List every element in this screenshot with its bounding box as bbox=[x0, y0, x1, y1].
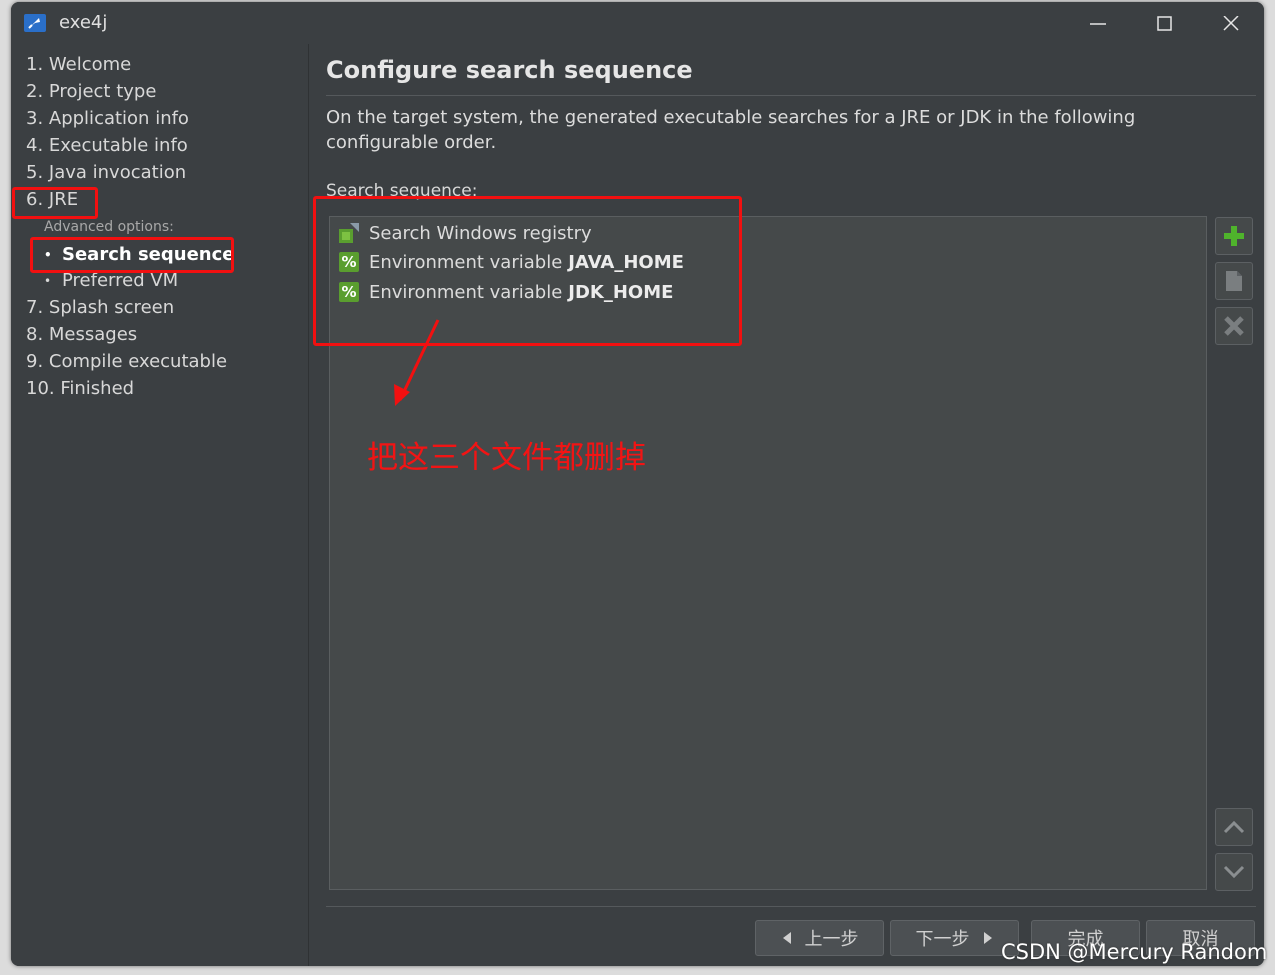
move-up-button[interactable] bbox=[1215, 808, 1253, 846]
list-item[interactable]: % Environment variable JAVA_HOME bbox=[339, 249, 684, 275]
maximize-button[interactable] bbox=[1145, 10, 1185, 38]
exe4j-app-icon bbox=[24, 14, 46, 32]
maximize-icon bbox=[1157, 16, 1172, 31]
next-button[interactable]: 下一步 bbox=[890, 920, 1019, 956]
item-text: Environment variable bbox=[369, 251, 563, 273]
chevron-down-icon bbox=[1223, 865, 1245, 879]
plus-icon bbox=[1224, 226, 1244, 246]
close-icon bbox=[1223, 16, 1239, 31]
list-item[interactable]: % Environment variable JDK_HOME bbox=[339, 279, 673, 305]
triangle-left-icon bbox=[782, 932, 791, 944]
registry-icon bbox=[339, 223, 359, 243]
advanced-options-label: Advanced options: bbox=[44, 219, 174, 235]
close-button[interactable] bbox=[1211, 10, 1251, 38]
percent-icon: % bbox=[339, 252, 359, 272]
minimize-icon bbox=[1090, 23, 1106, 25]
title-bar: exe4j bbox=[11, 2, 1264, 44]
step-compile-executable[interactable]: 9. Compile executable bbox=[26, 351, 227, 372]
search-sequence-label: Search sequence: bbox=[326, 181, 478, 201]
exe4j-window: exe4j 1. Welcome 2. Project type 3. Appl… bbox=[11, 2, 1264, 966]
step-welcome[interactable]: 1. Welcome bbox=[26, 54, 131, 75]
delete-x-icon bbox=[1224, 316, 1244, 336]
wizard-steps-sidebar: 1. Welcome 2. Project type 3. Applicatio… bbox=[11, 44, 309, 966]
document-edit-icon bbox=[1226, 271, 1242, 291]
list-item[interactable]: Search Windows registry bbox=[339, 220, 592, 246]
window-title: exe4j bbox=[59, 12, 108, 33]
step-executable-info[interactable]: 4. Executable info bbox=[26, 135, 188, 156]
chevron-up-icon bbox=[1223, 820, 1245, 834]
bullet: • bbox=[44, 274, 52, 288]
step-application-info[interactable]: 3. Application info bbox=[26, 108, 189, 129]
triangle-right-icon bbox=[983, 932, 992, 944]
step-splash-screen[interactable]: 7. Splash screen bbox=[26, 297, 174, 318]
item-text: Search Windows registry bbox=[369, 222, 592, 244]
step-jre[interactable]: 6. JRE bbox=[26, 189, 78, 210]
annotation-text: 把这三个文件都删掉 bbox=[367, 440, 646, 476]
step-finished[interactable]: 10. Finished bbox=[26, 378, 134, 399]
next-label: 下一步 bbox=[915, 929, 970, 950]
search-sequence-list[interactable]: Search Windows registry % Environment va… bbox=[329, 216, 1207, 890]
sub-step-label: Preferred VM bbox=[62, 270, 179, 291]
bullet: • bbox=[44, 248, 52, 262]
page-title: Configure search sequence bbox=[326, 56, 693, 84]
annotation-arrow-icon bbox=[394, 319, 440, 406]
add-button[interactable] bbox=[1215, 217, 1253, 255]
back-button[interactable]: 上一步 bbox=[755, 920, 884, 956]
sub-step-preferred-vm[interactable]: • Preferred VM bbox=[44, 270, 178, 291]
sub-step-search-sequence[interactable]: • Search sequence bbox=[44, 244, 234, 265]
minimize-button[interactable] bbox=[1078, 10, 1118, 38]
item-variable-name: JDK_HOME bbox=[568, 281, 674, 303]
item-text: Environment variable bbox=[369, 281, 563, 303]
divider bbox=[326, 95, 1256, 96]
csdn-watermark: CSDN @Mercury Random bbox=[1001, 940, 1268, 964]
percent-icon: % bbox=[339, 282, 359, 302]
edit-button[interactable] bbox=[1215, 262, 1253, 300]
back-label: 上一步 bbox=[804, 929, 859, 950]
move-down-button[interactable] bbox=[1215, 853, 1253, 891]
sub-step-label: Search sequence bbox=[62, 244, 235, 265]
main-panel: Configure search sequence On the target … bbox=[309, 44, 1264, 966]
remove-button[interactable] bbox=[1215, 307, 1253, 345]
step-java-invocation[interactable]: 5. Java invocation bbox=[26, 162, 186, 183]
item-variable-name: JAVA_HOME bbox=[568, 251, 684, 273]
step-project-type[interactable]: 2. Project type bbox=[26, 81, 156, 102]
divider bbox=[326, 906, 1256, 907]
page-description: On the target system, the generated exec… bbox=[326, 107, 1136, 153]
step-messages[interactable]: 8. Messages bbox=[26, 324, 137, 345]
